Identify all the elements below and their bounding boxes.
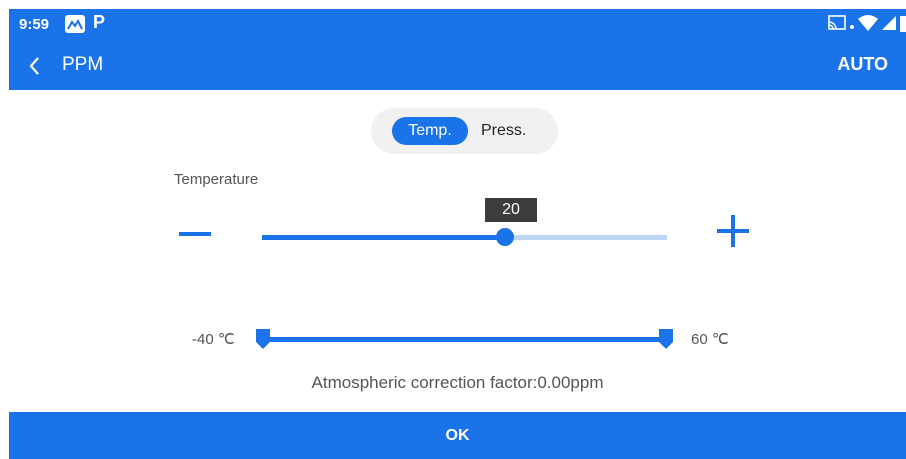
correction-factor-text: Atmospheric correction factor:0.00ppm — [311, 373, 604, 392]
status-bar: 9:59 P — [9, 9, 906, 42]
temperature-label: Temperature — [174, 171, 259, 188]
app-frame: 9:59 P PPM AUTO Temp. Press. Temperature… — [9, 9, 906, 459]
back-button[interactable] — [21, 52, 51, 80]
mode-toggle: Temp. Press. — [371, 108, 558, 154]
range-slider[interactable] — [256, 329, 673, 349]
auto-button[interactable]: AUTO — [837, 54, 888, 75]
range-min-label: -40 ℃ — [192, 331, 235, 348]
parking-icon: P — [93, 12, 106, 32]
toggle-temp-option[interactable]: Temp. — [392, 117, 468, 145]
toggle-press-option[interactable]: Press. — [481, 117, 526, 145]
status-time: 9:59 — [19, 16, 50, 33]
signal-icon — [882, 15, 896, 35]
chevron-left-icon — [29, 57, 39, 75]
range-max-label: 60 ℃ — [691, 331, 729, 348]
plus-button[interactable] — [717, 215, 749, 247]
cast-icon — [828, 14, 846, 36]
battery-icon — [900, 14, 906, 37]
status-icons — [828, 14, 906, 36]
app-bar: PPM AUTO — [9, 42, 906, 90]
wifi-icon — [858, 14, 878, 36]
slider-thumb[interactable] — [496, 228, 514, 246]
minus-button[interactable] — [179, 232, 211, 236]
range-max-handle[interactable] — [659, 329, 673, 349]
maps-icon — [65, 15, 85, 33]
temperature-slider[interactable]: 20 — [262, 198, 667, 246]
slider-value-tooltip: 20 — [485, 198, 537, 222]
dot-icon — [850, 16, 854, 34]
range-min-handle[interactable] — [256, 329, 270, 349]
page-title: PPM — [62, 54, 104, 75]
slider-fill — [262, 235, 505, 240]
ok-button[interactable]: OK — [9, 412, 906, 459]
